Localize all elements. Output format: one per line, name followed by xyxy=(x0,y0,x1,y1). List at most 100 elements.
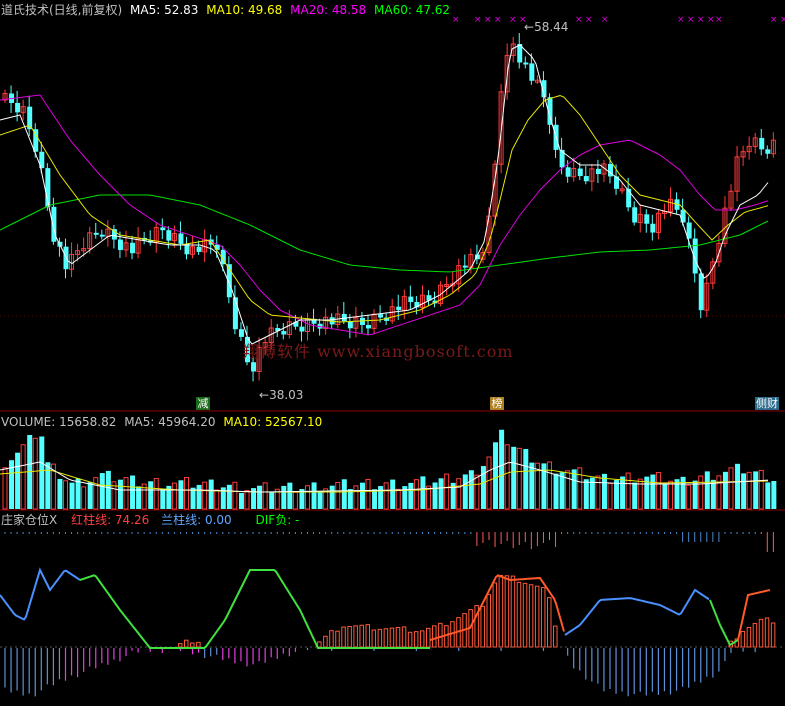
volume-bar xyxy=(686,484,692,510)
volume-bar xyxy=(153,477,159,510)
badge-list[interactable]: 榜 xyxy=(490,397,504,410)
indicator-pos-bar xyxy=(486,594,491,648)
volume-bar xyxy=(63,480,68,510)
indicator-pos-bar xyxy=(347,625,352,648)
volume-bar xyxy=(123,477,129,510)
ma20-legend: MA20: 48.58 xyxy=(290,3,367,17)
candle-body xyxy=(565,167,571,177)
indicator-pos-bar xyxy=(426,627,431,648)
volume-bar xyxy=(650,474,656,509)
indicator-pos-bar xyxy=(177,643,183,648)
volume-bar xyxy=(244,490,250,510)
red-bar-label: 红柱线: 74.26 xyxy=(71,513,150,527)
indicator-pos-bar xyxy=(329,630,334,648)
volume-bar xyxy=(595,475,601,510)
high-price-value: 58.44 xyxy=(534,20,569,34)
candle-body xyxy=(166,230,172,241)
signal-marker: × xyxy=(770,15,778,25)
volume-bar xyxy=(547,461,552,510)
signal-marker: × xyxy=(601,15,609,25)
badge-reduce[interactable]: 减 xyxy=(196,397,210,410)
indicator-title: 庄家仓位X xyxy=(1,513,58,527)
signal-marker: × xyxy=(509,15,517,25)
candle-body xyxy=(15,102,21,113)
volume-bar xyxy=(317,492,323,509)
signal-marker: × xyxy=(585,15,593,25)
volume-bar xyxy=(45,462,51,509)
candle-body xyxy=(130,242,136,254)
volume-bar xyxy=(765,482,771,509)
volume-bar xyxy=(105,470,111,509)
volume-bar xyxy=(171,482,177,510)
volume-bar xyxy=(499,429,505,509)
volume-bar xyxy=(523,448,529,509)
volume-bar xyxy=(190,487,196,509)
indicator-pos-bar xyxy=(510,575,516,648)
candle-body xyxy=(232,297,238,330)
candle-body xyxy=(178,233,184,244)
indicator-pos-bar xyxy=(438,622,443,648)
volume-bar xyxy=(178,480,184,509)
candle-body xyxy=(523,62,529,65)
volume-bar xyxy=(553,473,559,509)
indicator-pos-bar xyxy=(341,626,346,648)
volume-bar xyxy=(474,474,480,510)
indicator-pos-bar xyxy=(383,628,389,648)
volume-bar xyxy=(614,479,620,509)
stock-title: 道氏技术(日线,前复权) xyxy=(1,3,123,17)
volume-bar xyxy=(196,484,202,509)
volume-bar xyxy=(710,479,716,509)
volume-bar xyxy=(413,479,419,510)
volume-bar xyxy=(226,484,232,509)
indicator-pos-bar xyxy=(323,635,328,648)
candle-body xyxy=(93,232,99,235)
candle-body xyxy=(196,246,202,252)
volume-bar xyxy=(771,481,777,509)
volume-bar xyxy=(571,469,577,509)
indicator-pos-bar xyxy=(371,629,377,648)
indicator-pos-bar xyxy=(528,584,534,648)
volume-bar xyxy=(75,478,81,509)
volume-bar xyxy=(341,479,347,509)
indicator-pos-bar xyxy=(413,631,419,648)
volume-bar xyxy=(735,463,741,509)
signal-marker: × xyxy=(697,15,705,25)
signal-marker: × xyxy=(452,15,460,25)
signal-marker: × xyxy=(484,15,492,25)
volume-bar xyxy=(99,473,105,509)
volume-bar xyxy=(214,489,220,510)
volume-bar xyxy=(728,467,734,510)
volume-bar xyxy=(746,471,752,510)
candle-body xyxy=(160,227,166,231)
candle-body xyxy=(396,306,402,311)
volume-bar xyxy=(716,475,722,510)
indicator-pos-bar xyxy=(365,624,370,648)
indicator-line-blue xyxy=(0,567,81,621)
indicator-pos-bar xyxy=(196,641,201,648)
volume-bar xyxy=(390,479,396,509)
indicator-pos-bar xyxy=(401,626,407,648)
volume-bar xyxy=(257,485,263,509)
indicator-legend: 庄家仓位X 红柱线: 74.26 兰柱线: 0.00 DIF负: - xyxy=(1,513,299,527)
signal-marker: × xyxy=(474,15,482,25)
blue-bar-label: 兰柱线: 0.00 xyxy=(161,513,232,527)
volume-bar xyxy=(238,492,244,509)
candle-body xyxy=(117,239,123,250)
candle-body xyxy=(281,331,287,335)
signal-marker: × xyxy=(707,15,715,25)
volume-bar xyxy=(704,471,710,509)
indicator-pos-bar xyxy=(547,597,552,648)
volume-bar xyxy=(130,475,136,509)
volume-bar xyxy=(305,485,310,510)
candle-body xyxy=(698,273,704,311)
candle-body xyxy=(650,223,656,233)
indicator-pos-bar xyxy=(504,575,510,648)
volume-bar xyxy=(632,482,638,509)
candle-body xyxy=(529,63,535,81)
volume-bar xyxy=(57,478,63,509)
volume-bar xyxy=(698,475,704,510)
badge-finance[interactable]: 侧财 xyxy=(755,397,779,410)
indicator-pos-bar xyxy=(516,581,522,648)
volume-bar xyxy=(232,481,238,510)
volume-bar xyxy=(444,473,450,510)
